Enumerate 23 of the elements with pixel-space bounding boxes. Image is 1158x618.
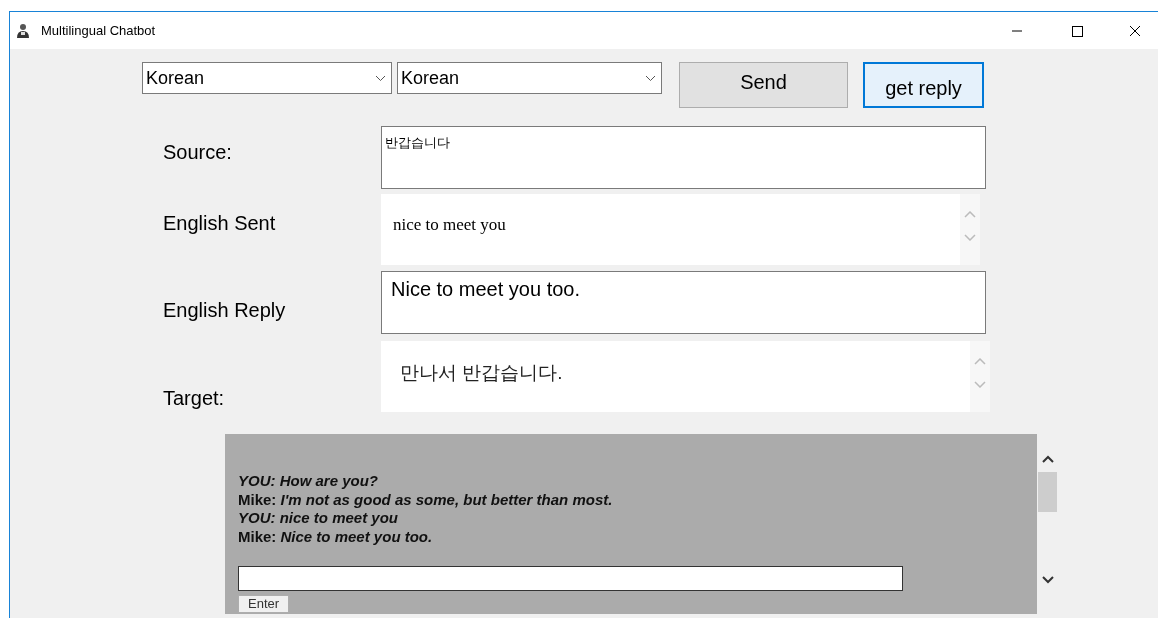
text-box[interactable]: 반갑습니다	[381, 126, 986, 189]
window-title: Multilingual Chatbot	[41, 21, 156, 40]
field-label: English Reply	[163, 298, 287, 323]
field-label: Source:	[163, 140, 233, 165]
enter-button[interactable]: Enter	[238, 595, 290, 613]
get-reply-button[interactable]: get reply	[863, 62, 984, 108]
message-input[interactable]	[238, 566, 903, 591]
app-icon	[15, 22, 31, 39]
field-label: English Sent	[163, 211, 277, 236]
text-box[interactable]: Nice to meet you too.	[381, 271, 986, 334]
chevron-down-icon	[645, 74, 656, 82]
scrollbar-thumb[interactable]	[1038, 472, 1057, 512]
field-label: Target:	[163, 386, 226, 411]
scroll-down-icon[interactable]	[1041, 576, 1054, 584]
language-dropdown[interactable]: Korean	[397, 62, 662, 94]
language-dropdown[interactable]: Korean	[142, 62, 392, 94]
chat-message: Mike: I'm not as good as some, but better than most.	[238, 490, 614, 509]
chat-message: YOU: How are you?	[238, 472, 380, 491]
chevron-down-icon	[375, 74, 386, 82]
send-button[interactable]: Send	[679, 62, 848, 108]
chat-message: Mike: Nice to meet you too.	[238, 527, 434, 546]
scroll-up-icon[interactable]	[1041, 455, 1054, 463]
chat-message: YOU: nice to meet you	[238, 509, 400, 528]
